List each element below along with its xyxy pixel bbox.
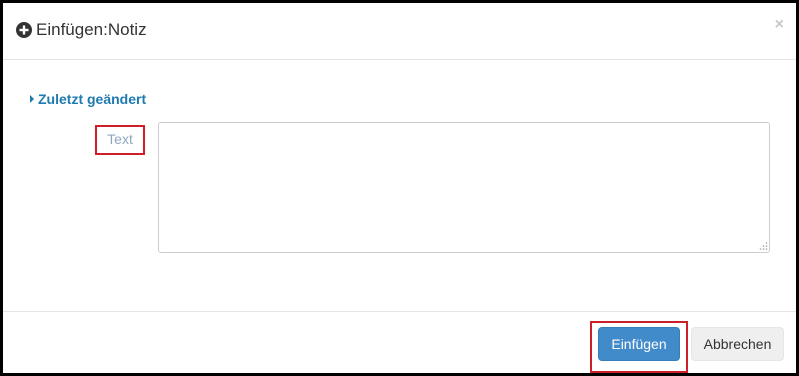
- insert-button[interactable]: Einfügen: [598, 327, 680, 361]
- modal-title: Einfügen:Notiz: [36, 20, 147, 39]
- cancel-button[interactable]: Abbrechen: [691, 327, 784, 361]
- text-field-label: Text: [95, 125, 145, 155]
- modal-dialog: Einfügen:Notiz × Zuletzt geändert Text E…: [0, 0, 799, 376]
- text-field[interactable]: [158, 122, 770, 253]
- section-toggle-recently-changed[interactable]: Zuletzt geändert: [30, 90, 146, 108]
- section-toggle-label: Zuletzt geändert: [38, 91, 147, 107]
- close-icon[interactable]: ×: [775, 16, 784, 34]
- resize-grip-icon[interactable]: [758, 241, 768, 251]
- footer-divider: [3, 311, 796, 312]
- caret-right-icon: [30, 95, 34, 103]
- plus-circle-icon: [16, 22, 32, 38]
- modal-header: Einfügen:Notiz ×: [3, 3, 796, 60]
